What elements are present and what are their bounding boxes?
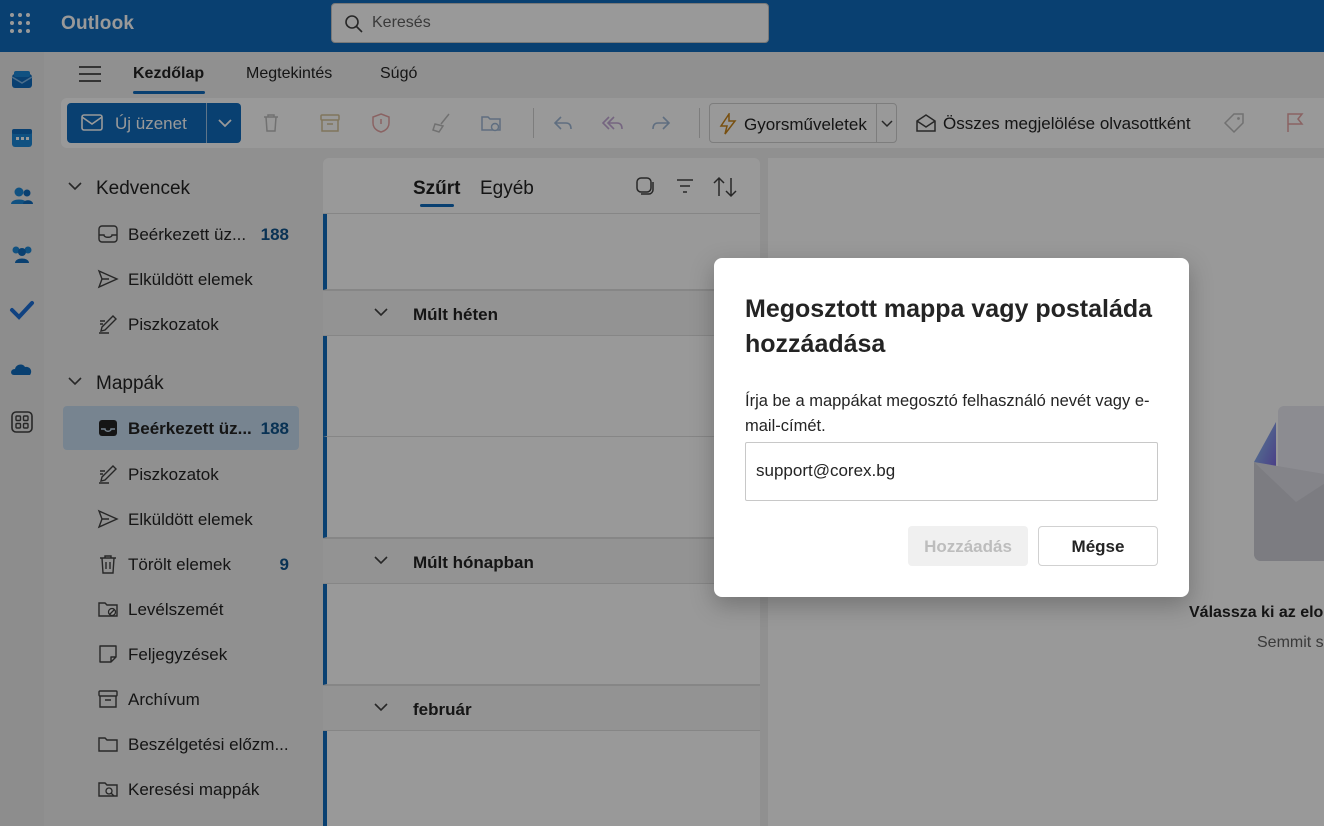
add-shared-folder-dialog: Megosztott mappa vagy postaláda hozzáadá… xyxy=(714,258,1189,597)
dialog-description: Írja be a mappákat megosztó felhasználó … xyxy=(745,392,1150,435)
cancel-button[interactable]: Mégse xyxy=(1038,526,1158,566)
add-button-label: Hozzáadás xyxy=(924,537,1012,556)
email-field[interactable]: support@corex.bg xyxy=(745,442,1158,501)
add-button[interactable]: Hozzáadás xyxy=(908,526,1028,566)
cancel-button-label: Mégse xyxy=(1071,537,1125,556)
email-field-value: support@corex.bg xyxy=(756,461,896,480)
dialog-title: Megosztott mappa vagy postaláda hozzáadá… xyxy=(745,295,1153,358)
